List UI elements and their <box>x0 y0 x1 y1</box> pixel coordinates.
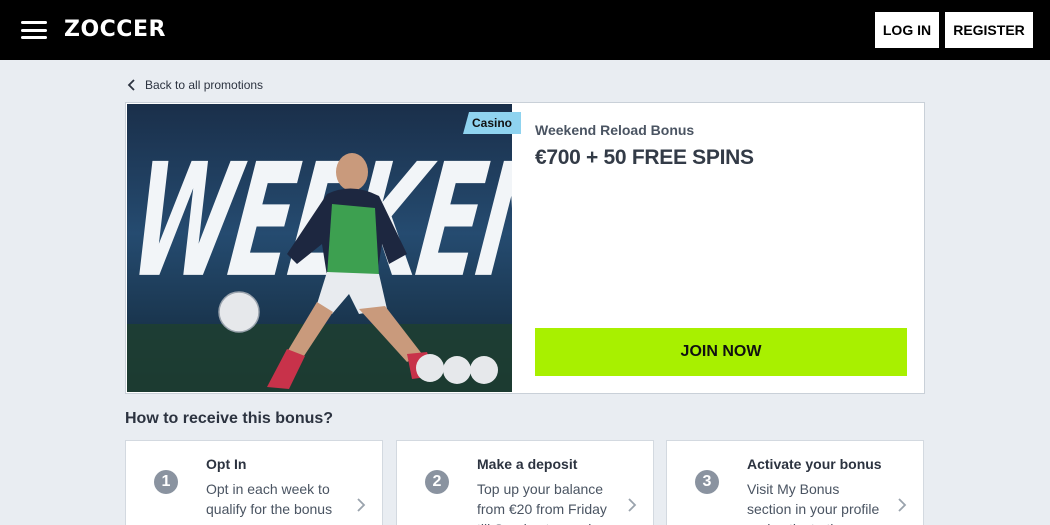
promotion-banner-image: WEEKEND <box>127 104 512 392</box>
promotion-title: €700 + 50 FREE SPINS <box>535 146 754 169</box>
login-button[interactable]: LOG IN <box>875 12 939 48</box>
step-card-activate-bonus[interactable]: 3 Activate your bonus Visit My Bonus sec… <box>666 440 924 525</box>
chevron-right-icon <box>898 498 907 512</box>
chevron-right-icon <box>628 498 637 512</box>
menu-icon[interactable] <box>21 21 47 39</box>
site-logo[interactable]: ZOCCER <box>64 17 166 43</box>
footballer-illustration <box>127 153 512 392</box>
join-now-button[interactable]: JOIN NOW <box>535 328 907 376</box>
promotion-card: WEEKEND Casino Weekend Reload Bonus €700… <box>125 102 925 394</box>
promotion-subtitle: Weekend Reload Bonus <box>535 122 695 138</box>
howto-heading: How to receive this bonus? <box>125 410 334 427</box>
step-card-opt-in[interactable]: 1 Opt In Opt in each week to qualify for… <box>125 440 383 525</box>
step-title: Activate your bonus <box>747 456 882 472</box>
step-description: Visit My Bonus section in your profile a… <box>747 481 880 525</box>
top-navigation-bar: ZOCCER LOG IN REGISTER <box>0 0 1050 60</box>
step-description: Opt in each week to qualify for the bonu… <box>206 481 333 517</box>
chevron-right-icon <box>357 498 366 512</box>
back-to-promotions-link[interactable]: Back to all promotions <box>127 76 263 94</box>
step-number-badge: 2 <box>425 470 449 494</box>
chevron-left-icon <box>127 79 135 91</box>
register-button[interactable]: REGISTER <box>945 12 1033 48</box>
category-tag: Casino <box>463 112 521 134</box>
step-number-badge: 3 <box>695 470 719 494</box>
step-card-make-deposit[interactable]: 2 Make a deposit Top up your balance fro… <box>396 440 654 525</box>
step-description: Top up your balance from €20 from Friday… <box>477 481 607 525</box>
back-link-label: Back to all promotions <box>145 78 264 92</box>
step-number-badge: 1 <box>154 470 178 494</box>
step-title: Make a deposit <box>477 456 578 472</box>
step-title: Opt In <box>206 456 247 472</box>
